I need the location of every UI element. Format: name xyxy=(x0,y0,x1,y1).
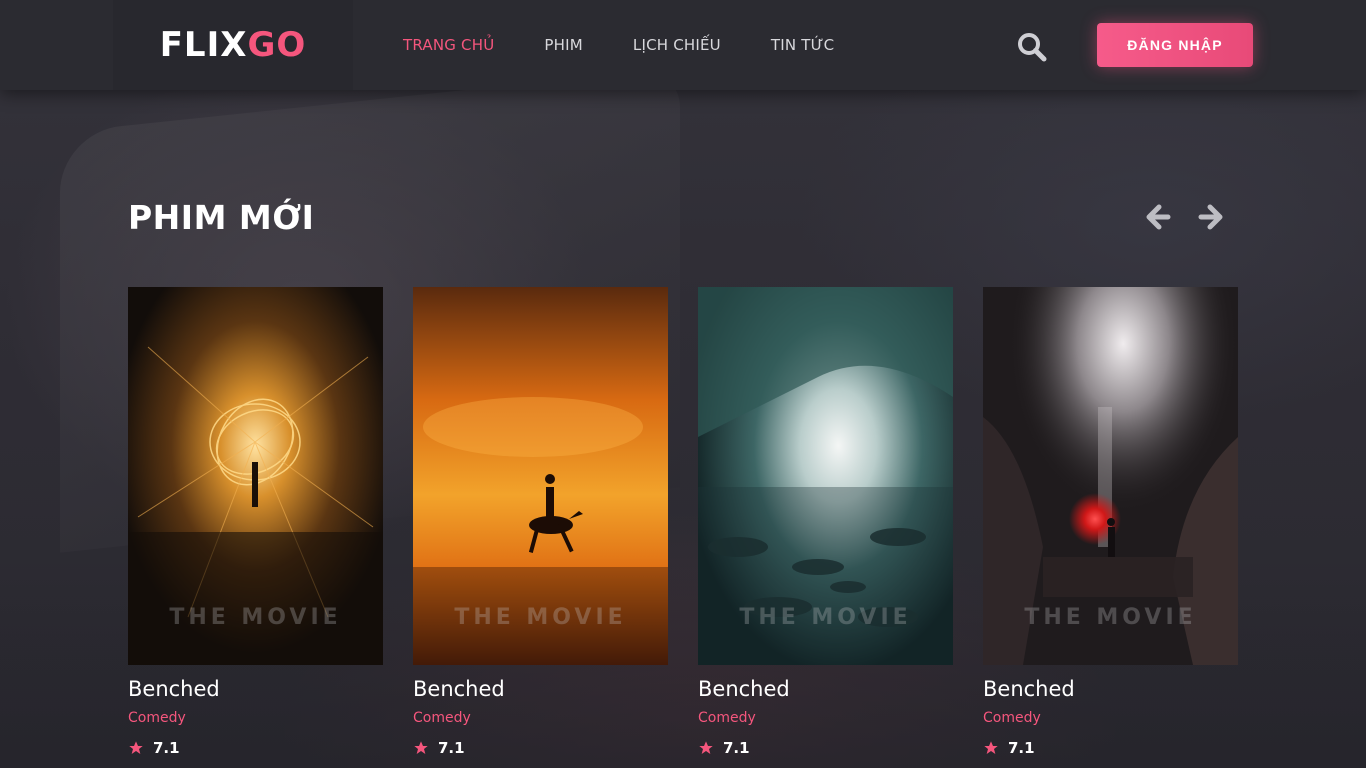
section-title: PHIM MỚI xyxy=(128,198,315,237)
nav-item-movies[interactable]: PHIM xyxy=(544,36,583,54)
star-icon xyxy=(129,741,143,754)
movie-genre[interactable]: Comedy xyxy=(698,710,953,726)
star-icon xyxy=(414,741,428,754)
nav-item-schedule[interactable]: LỊCH CHIẾU xyxy=(633,36,721,54)
site-header: FLIXGO TRANG CHỦ PHIM LỊCH CHIẾU TIN TỨC… xyxy=(0,0,1366,90)
movie-genre[interactable]: Comedy xyxy=(983,710,1238,726)
login-button[interactable]: ĐĂNG NHẬP xyxy=(1097,23,1253,67)
movie-card[interactable]: THE MOVIE Benched Comedy 7.1 xyxy=(413,287,668,757)
movie-rating: 7.1 xyxy=(698,739,953,757)
poster-watermark: THE MOVIE xyxy=(169,605,342,630)
star-icon xyxy=(699,741,713,754)
movie-poster[interactable]: THE MOVIE xyxy=(128,287,383,665)
rating-value: 7.1 xyxy=(153,739,180,757)
search-icon[interactable] xyxy=(1014,29,1050,65)
main-nav: TRANG CHỦ PHIM LỊCH CHIẾU TIN TỨC xyxy=(403,0,884,90)
movie-genre[interactable]: Comedy xyxy=(128,710,383,726)
movie-rating: 7.1 xyxy=(983,739,1238,757)
nav-item-home[interactable]: TRANG CHỦ xyxy=(403,36,494,54)
poster-watermark: THE MOVIE xyxy=(739,605,912,630)
star-icon xyxy=(984,741,998,754)
arrow-left-icon[interactable] xyxy=(1145,204,1171,230)
movie-card[interactable]: THE MOVIE Benched Comedy 7.1 xyxy=(128,287,383,757)
nav-item-news[interactable]: TIN TỨC xyxy=(771,36,834,54)
movie-rating: 7.1 xyxy=(413,739,668,757)
movie-card[interactable]: THE MOVIE Benched Comedy 7.1 xyxy=(698,287,953,757)
movie-poster[interactable]: THE MOVIE xyxy=(413,287,668,665)
movie-genre[interactable]: Comedy xyxy=(413,710,668,726)
movie-title[interactable]: Benched xyxy=(983,677,1238,701)
movie-title[interactable]: Benched xyxy=(698,677,953,701)
movie-title[interactable]: Benched xyxy=(128,677,383,701)
rating-value: 7.1 xyxy=(1008,739,1035,757)
movie-poster[interactable]: THE MOVIE xyxy=(698,287,953,665)
movie-title[interactable]: Benched xyxy=(413,677,668,701)
poster-watermark: THE MOVIE xyxy=(1024,605,1197,630)
movie-poster[interactable]: THE MOVIE xyxy=(983,287,1238,665)
logo-container[interactable]: FLIXGO xyxy=(113,0,353,90)
logo-part-go: GO xyxy=(247,25,307,65)
movie-rating: 7.1 xyxy=(128,739,383,757)
site-logo[interactable]: FLIXGO xyxy=(160,25,307,65)
rating-value: 7.1 xyxy=(438,739,465,757)
rating-value: 7.1 xyxy=(723,739,750,757)
arrow-right-icon[interactable] xyxy=(1198,204,1224,230)
logo-part-flix: FLIX xyxy=(159,25,248,65)
poster-watermark: THE MOVIE xyxy=(454,605,627,630)
movie-card[interactable]: THE MOVIE Benched Comedy 7.1 xyxy=(983,287,1238,757)
